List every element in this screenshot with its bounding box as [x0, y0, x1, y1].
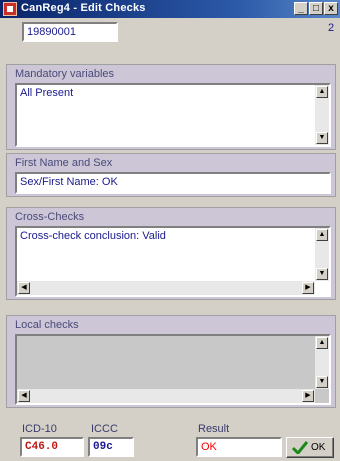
result-value: OK — [201, 441, 217, 453]
first-name-panel: First Name and Sex Sex/First Name: OK — [6, 153, 336, 197]
local-checks-vscrollbar[interactable]: ▲ ▼ — [315, 336, 329, 389]
scroll-left-icon[interactable]: ◀ — [18, 390, 30, 402]
local-checks-title: Local checks — [15, 319, 79, 331]
scroll-left-icon[interactable]: ◀ — [18, 282, 30, 294]
cross-checks-panel: Cross-Checks Cross-check conclusion: Val… — [6, 207, 336, 300]
mandatory-textbox[interactable]: All Present ▲ ▼ — [15, 83, 331, 147]
cross-checks-textbox[interactable]: Cross-check conclusion: Valid ▲ ▼ ◀ ▶ — [15, 226, 331, 297]
first-name-textbox[interactable]: Sex/First Name: OK — [15, 172, 331, 194]
minimize-button[interactable]: _ — [294, 2, 308, 15]
cross-checks-hscrollbar[interactable]: ◀ ▶ — [17, 281, 315, 295]
mandatory-title: Mandatory variables — [15, 68, 115, 80]
scroll-right-icon[interactable]: ▶ — [302, 282, 314, 294]
icd-value: C46.0 — [25, 441, 59, 453]
mandatory-scrollbar[interactable]: ▲ ▼ — [315, 85, 329, 145]
result-label: Result — [198, 423, 230, 435]
record-id-value: 19890001 — [27, 26, 76, 38]
result-field[interactable]: OK — [196, 437, 282, 457]
mandatory-text: All Present — [20, 87, 74, 99]
icd-field[interactable]: C46.0 — [20, 437, 84, 457]
cross-checks-text: Cross-check conclusion: Valid — [20, 230, 166, 242]
local-checks-hscrollbar[interactable]: ◀ ▶ — [17, 389, 315, 403]
first-name-text: Sex/First Name: OK — [20, 176, 118, 188]
local-checks-textbox[interactable]: ▲ ▼ ◀ ▶ — [15, 334, 331, 405]
canreg-app-icon — [3, 2, 17, 16]
cross-checks-title: Cross-Checks — [15, 211, 85, 223]
scroll-right-icon[interactable]: ▶ — [302, 390, 314, 402]
scroll-down-icon[interactable]: ▼ — [316, 376, 328, 388]
cross-checks-vscrollbar[interactable]: ▲ ▼ — [315, 228, 329, 281]
local-checks-panel: Local checks ▲ ▼ ◀ ▶ — [6, 315, 336, 408]
checkmark-icon — [292, 441, 308, 454]
record-id-field[interactable]: 19890001 — [22, 22, 118, 42]
iccc-field[interactable]: 09c — [88, 437, 134, 457]
ok-label: OK — [311, 442, 326, 453]
window-title: CanReg4 - Edit Checks — [21, 2, 146, 14]
mandatory-panel: Mandatory variables All Present ▲ ▼ — [6, 64, 336, 150]
scroll-up-icon[interactable]: ▲ — [316, 86, 328, 98]
ok-button[interactable]: OK — [286, 437, 334, 458]
title-bar: CanReg4 - Edit Checks _ □ x — [0, 0, 340, 18]
close-button[interactable]: x — [324, 2, 338, 15]
scroll-up-icon[interactable]: ▲ — [316, 337, 328, 349]
iccc-value: 09c — [93, 441, 113, 453]
maximize-button[interactable]: □ — [309, 2, 323, 15]
first-name-title: First Name and Sex — [15, 157, 113, 169]
icd-label: ICD-10 — [22, 423, 57, 435]
scroll-down-icon[interactable]: ▼ — [316, 268, 328, 280]
scroll-down-icon[interactable]: ▼ — [316, 132, 328, 144]
corner-label: 2 — [328, 22, 335, 34]
scroll-up-icon[interactable]: ▲ — [316, 229, 328, 241]
iccc-label: ICCC — [91, 423, 118, 435]
